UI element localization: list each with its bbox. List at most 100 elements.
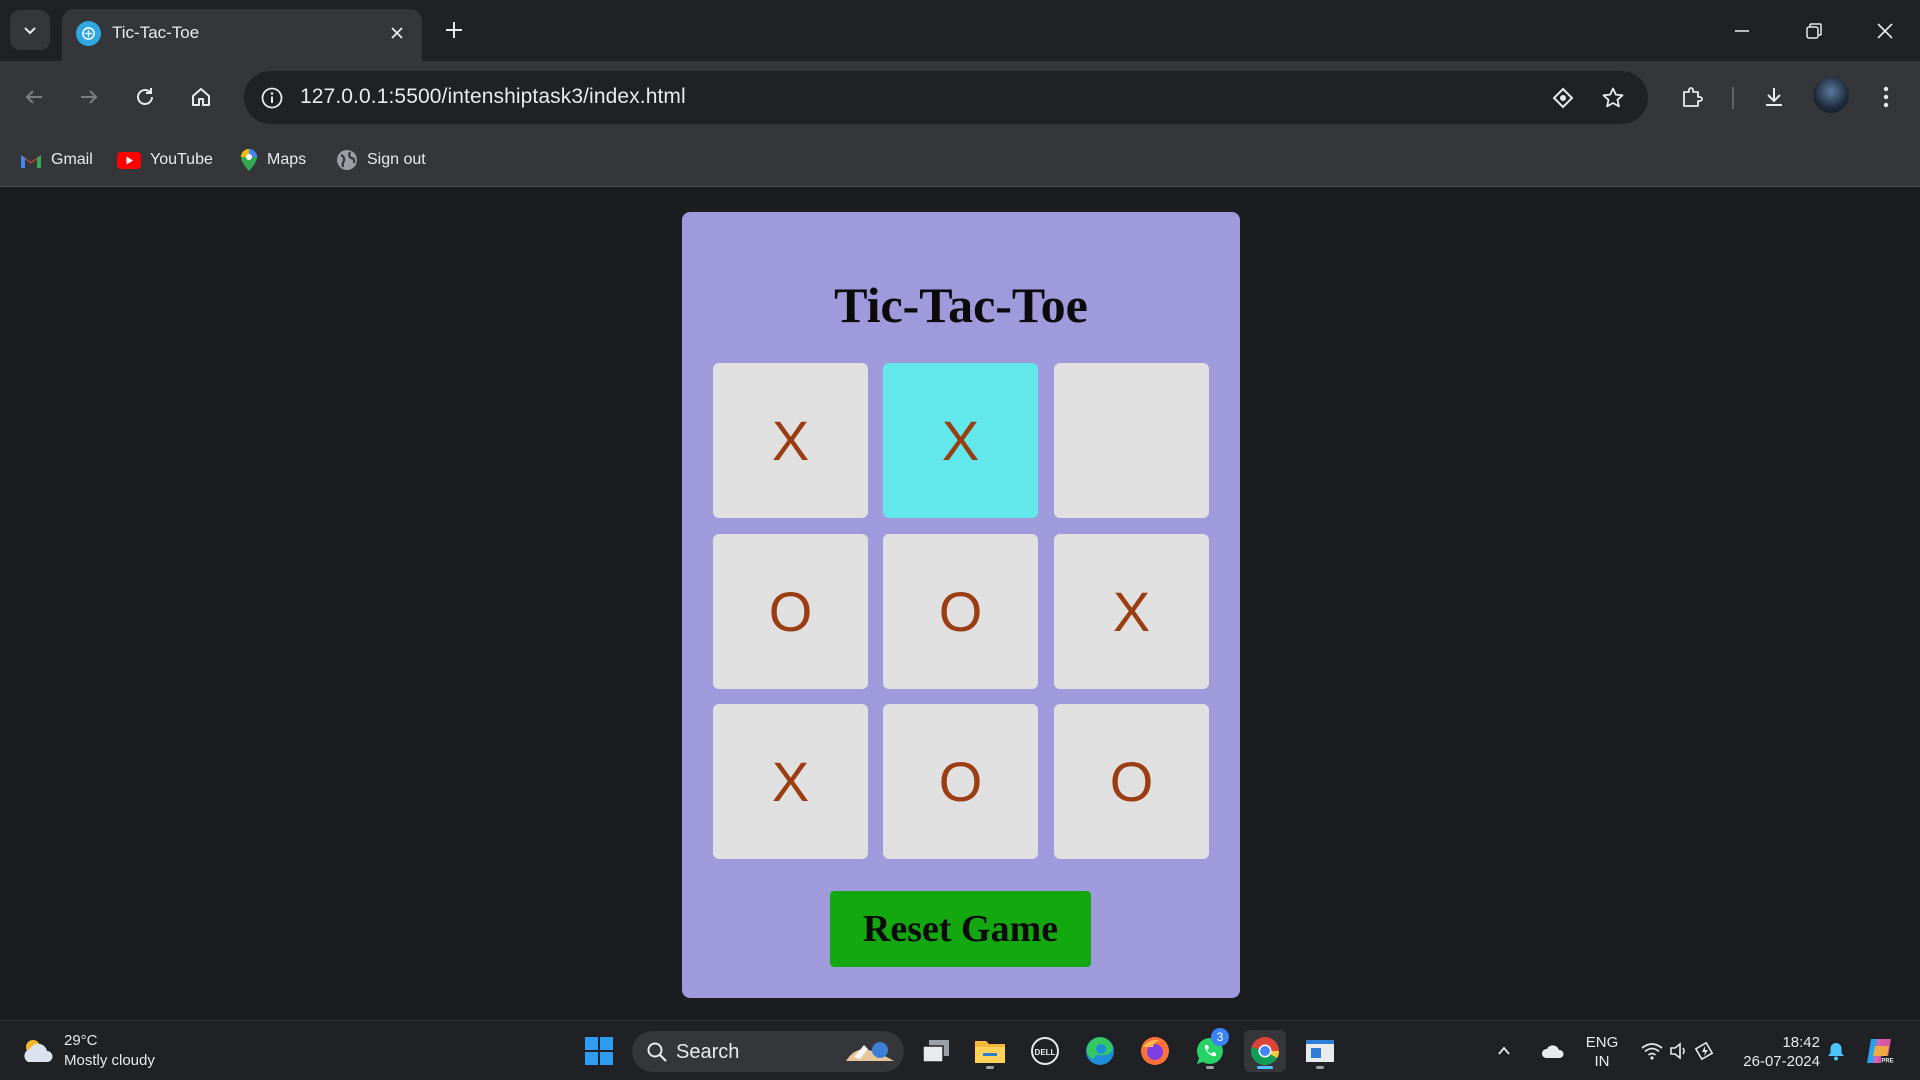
- bookmarks-bar: Gmail YouTube Maps Sign out: [0, 135, 1920, 187]
- bell-icon: [1828, 1043, 1844, 1061]
- board-cell-1[interactable]: X: [713, 363, 868, 518]
- minimize-button[interactable]: [1714, 8, 1770, 54]
- taskbar-whatsapp[interactable]: 3: [1189, 1028, 1231, 1072]
- clock-time: 18:42: [1782, 1034, 1820, 1051]
- page-viewport: Tic-Tac-Toe X X O O X X O O Reset Game: [0, 188, 1920, 1020]
- notifications-button[interactable]: [1822, 1030, 1850, 1072]
- taskbar-search-box[interactable]: Search: [632, 1031, 904, 1072]
- board-cell-8[interactable]: O: [883, 704, 1038, 859]
- bookmark-sign-out[interactable]: Sign out: [336, 145, 426, 175]
- search-label: Search: [676, 1041, 740, 1063]
- close-window-button[interactable]: [1857, 8, 1913, 54]
- toolbar-divider: [1732, 87, 1734, 109]
- reload-button[interactable]: [125, 77, 165, 117]
- board-cell-6[interactable]: X: [1054, 534, 1209, 689]
- plus-icon: [446, 22, 462, 38]
- browser-toolbar: 127.0.0.1:5500/intenshiptask3/index.html: [0, 61, 1920, 135]
- language-indicator[interactable]: ENG IN: [1580, 1033, 1624, 1071]
- bookmark-gmail[interactable]: Gmail: [20, 145, 93, 175]
- board-cell-7[interactable]: X: [713, 704, 868, 859]
- weather-widget[interactable]: 29°C Mostly cloudy: [20, 1031, 155, 1071]
- forward-button[interactable]: [69, 77, 109, 117]
- downloads-button[interactable]: [1754, 77, 1794, 117]
- bookmark-youtube[interactable]: YouTube: [117, 145, 213, 175]
- reload-icon: [137, 88, 153, 105]
- cloudy-weather-icon: [24, 1040, 53, 1062]
- bookmark-label: YouTube: [150, 151, 213, 168]
- home-button[interactable]: [181, 77, 221, 117]
- back-button[interactable]: [14, 77, 54, 117]
- battery-charging-icon: [1695, 1041, 1714, 1061]
- weather-temp: 29°C: [64, 1032, 98, 1049]
- tab-close-icon[interactable]: [384, 20, 410, 46]
- board-cell-5[interactable]: O: [883, 534, 1038, 689]
- running-indicator: [1316, 1066, 1324, 1069]
- firefox-icon: [1141, 1037, 1169, 1065]
- region-code: IN: [1594, 1053, 1610, 1070]
- windows-logo-icon: [585, 1037, 613, 1065]
- taskbar-file-explorer[interactable]: [969, 1030, 1011, 1072]
- svg-text:PRE: PRE: [1881, 1059, 1893, 1065]
- bookmark-star-icon[interactable]: [1598, 83, 1628, 113]
- taskbar-edge[interactable]: [1079, 1030, 1121, 1072]
- bookmark-maps[interactable]: Maps: [240, 145, 306, 175]
- lens-icon[interactable]: [1548, 83, 1578, 113]
- taskbar-dell[interactable]: DELL: [1024, 1030, 1066, 1072]
- folder-icon: [975, 1041, 1005, 1063]
- address-url[interactable]: 127.0.0.1:5500/intenshiptask3/index.html: [300, 85, 686, 109]
- download-icon: [1766, 88, 1782, 106]
- tab-tic-tac-toe[interactable]: Tic-Tac-Toe: [62, 9, 422, 61]
- bookmark-label: Gmail: [51, 151, 93, 168]
- running-indicator: [986, 1066, 994, 1069]
- search-highlight-icon: [846, 1042, 894, 1061]
- game-container: Tic-Tac-Toe X X O O X X O O Reset Game: [682, 212, 1240, 998]
- notification-badge: 3: [1211, 1028, 1229, 1046]
- taskbar-firefox[interactable]: [1134, 1030, 1176, 1072]
- task-view-button[interactable]: [915, 1030, 957, 1072]
- board-cell-9[interactable]: O: [1054, 704, 1209, 859]
- gmail-icon: [21, 154, 41, 168]
- taskbar-app-window[interactable]: [1299, 1030, 1341, 1072]
- app-window-icon: [1306, 1040, 1334, 1062]
- new-tab-button[interactable]: [436, 12, 472, 48]
- forward-arrow-icon: [81, 90, 98, 104]
- active-app-indicator: [1257, 1066, 1273, 1069]
- home-icon: [192, 88, 210, 106]
- board-cell-3[interactable]: [1054, 363, 1209, 518]
- more-vert-icon: [1883, 86, 1889, 108]
- start-button[interactable]: [578, 1030, 620, 1072]
- extensions-button[interactable]: [1672, 77, 1712, 117]
- taskbar-chrome[interactable]: [1244, 1030, 1286, 1072]
- browser-tabstrip: Tic-Tac-Toe: [0, 0, 1920, 61]
- globe-icon: [337, 150, 357, 170]
- board-cell-4[interactable]: O: [713, 534, 868, 689]
- restore-icon: [1806, 23, 1822, 39]
- tab-search-button[interactable]: [10, 10, 50, 50]
- onedrive-button[interactable]: [1536, 1030, 1570, 1072]
- clock-date: 26-07-2024: [1743, 1053, 1820, 1070]
- puzzle-icon: [1683, 87, 1703, 107]
- bookmark-label: Sign out: [367, 151, 426, 168]
- reset-game-button[interactable]: Reset Game: [830, 891, 1091, 967]
- profile-avatar[interactable]: [1813, 77, 1849, 113]
- cloud-icon: [1541, 1045, 1564, 1058]
- tab-favicon-icon: [76, 21, 101, 46]
- restore-button[interactable]: [1786, 8, 1842, 54]
- copilot-button[interactable]: PRE: [1858, 1030, 1900, 1072]
- maps-icon: [241, 149, 257, 171]
- show-hidden-icons-button[interactable]: [1490, 1030, 1518, 1072]
- menu-button[interactable]: [1866, 77, 1906, 117]
- copilot-icon: PRE: [1867, 1039, 1894, 1065]
- youtube-icon: [117, 151, 141, 169]
- clock[interactable]: 18:42 26-07-2024: [1732, 1033, 1820, 1071]
- wifi-icon: [1641, 1043, 1663, 1060]
- running-indicator: [1206, 1066, 1214, 1069]
- weather-desc: Mostly cloudy: [64, 1052, 155, 1069]
- site-info-icon[interactable]: [258, 84, 286, 112]
- bookmark-label: Maps: [267, 151, 307, 168]
- address-bar[interactable]: 127.0.0.1:5500/intenshiptask3/index.html: [244, 71, 1648, 124]
- quick-settings-button[interactable]: [1634, 1030, 1722, 1072]
- chrome-icon: [1251, 1037, 1279, 1065]
- board-cell-2[interactable]: X: [883, 363, 1038, 518]
- edge-icon: [1086, 1037, 1114, 1065]
